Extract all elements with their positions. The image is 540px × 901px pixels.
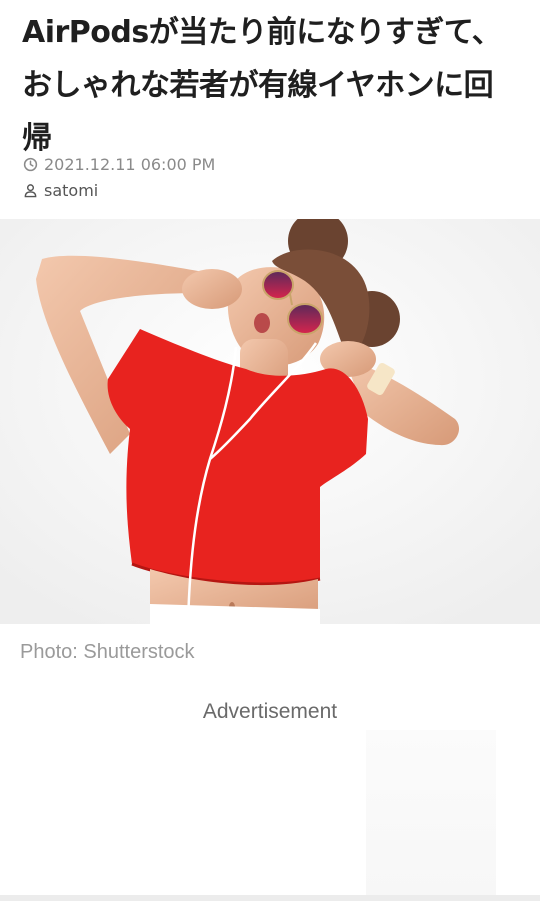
bottom-divider (0, 895, 540, 901)
hero-photo-illustration (0, 219, 540, 624)
advertisement-slot[interactable] (366, 730, 496, 895)
user-icon (22, 182, 38, 198)
image-caption: Photo: Shutterstock (20, 641, 195, 663)
article-date: 2021.12.11 06:00 PM (22, 153, 215, 175)
article-date-text: 2021.12.11 06:00 PM (44, 154, 216, 174)
clock-icon (22, 156, 38, 172)
article-hero-image (0, 219, 540, 624)
article-title: AirPodsが当たり前になりすぎて、おしゃれな若者が有線イヤホンに回帰 (22, 15, 502, 156)
article-author[interactable]: satomi (22, 179, 98, 201)
article-author-name[interactable]: satomi (44, 181, 98, 200)
advertisement-label: Advertisement (202, 700, 338, 723)
